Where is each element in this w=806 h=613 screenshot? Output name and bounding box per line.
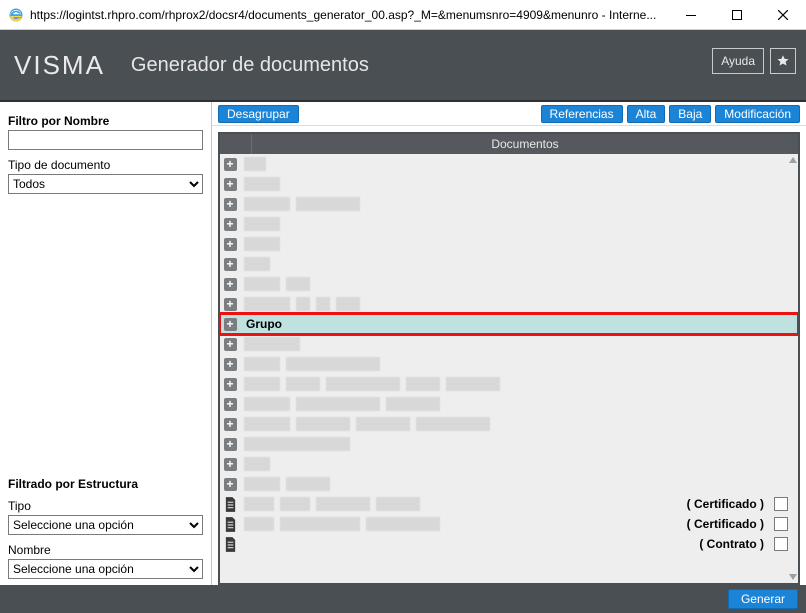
window-minimize-button[interactable]: [668, 0, 714, 30]
doc-type-label: Tipo de documento: [8, 158, 203, 172]
ie-favicon: [8, 7, 24, 23]
structure-type-select[interactable]: Seleccione una opción: [8, 515, 203, 535]
expand-icon[interactable]: +: [224, 438, 237, 451]
document-icon: [220, 497, 240, 512]
expand-icon[interactable]: +: [224, 378, 237, 391]
expand-icon[interactable]: +: [224, 278, 237, 291]
expand-icon[interactable]: +: [224, 298, 237, 311]
expand-icon[interactable]: +: [224, 158, 237, 171]
structure-type-label: Tipo: [8, 499, 203, 513]
structure-name-select[interactable]: Seleccione una opción: [8, 559, 203, 579]
add-button[interactable]: Alta: [627, 105, 666, 123]
main-panel: Desagrupar Referencias Alta Baja Modific…: [212, 102, 806, 585]
app-footer: Generar: [0, 585, 806, 613]
references-button[interactable]: Referencias: [541, 105, 623, 123]
expand-icon[interactable]: +: [224, 218, 237, 231]
grid-group-row[interactable]: +: [220, 354, 798, 374]
grid-group-row[interactable]: +: [220, 414, 798, 434]
grid-group-row[interactable]: +: [220, 434, 798, 454]
help-button[interactable]: Ayuda: [712, 48, 764, 74]
grid-document-row[interactable]: ( Certificado ): [220, 514, 798, 534]
structure-filter-label: Filtrado por Estructura: [8, 477, 203, 491]
expand-icon[interactable]: +: [224, 398, 237, 411]
browser-url: https://logintst.rhpro.com/rhprox2/docsr…: [30, 8, 668, 22]
grid-group-row[interactable]: +: [220, 394, 798, 414]
grid-group-row[interactable]: +: [220, 294, 798, 314]
grid-scrollbar[interactable]: [784, 154, 798, 583]
page-title: Generador de documentos: [131, 54, 369, 77]
grid-group-row[interactable]: +: [220, 254, 798, 274]
grid-group-label: Grupo: [246, 317, 282, 331]
document-icon: [220, 517, 240, 532]
expand-icon[interactable]: +: [224, 178, 237, 191]
document-type-label: ( Certificado ): [681, 497, 770, 511]
window-maximize-button[interactable]: [714, 0, 760, 30]
filter-name-input[interactable]: [8, 130, 203, 150]
grid-group-row[interactable]: +: [220, 194, 798, 214]
delete-button[interactable]: Baja: [669, 105, 711, 123]
generate-button[interactable]: Generar: [728, 589, 798, 609]
structure-name-label: Nombre: [8, 543, 203, 557]
expand-icon[interactable]: +: [224, 258, 237, 271]
grid-group-row[interactable]: +: [220, 454, 798, 474]
grid-group-row[interactable]: +: [220, 334, 798, 354]
grid-group-row[interactable]: +: [220, 174, 798, 194]
expand-icon[interactable]: +: [224, 238, 237, 251]
expand-icon[interactable]: +: [224, 458, 237, 471]
app-header: VISMA Generador de documentos Ayuda: [0, 30, 806, 102]
grid-header: Documentos: [220, 134, 798, 154]
documents-grid: Documentos + + + + + + + + + Grupo + + + + + + + + ( Certi…: [218, 132, 800, 585]
sidebar: Filtro por Nombre Tipo de documento Todo…: [0, 102, 212, 585]
grid-group-row[interactable]: +: [220, 234, 798, 254]
expand-icon[interactable]: +: [224, 478, 237, 491]
grid-group-row[interactable]: + Grupo: [220, 314, 798, 334]
grid-column-documents: Documentos: [252, 134, 798, 154]
grid-group-row[interactable]: +: [220, 154, 798, 174]
grid-group-row[interactable]: +: [220, 474, 798, 494]
grid-group-row[interactable]: +: [220, 214, 798, 234]
grid-group-row[interactable]: +: [220, 274, 798, 294]
grid-document-row[interactable]: ( Certificado ): [220, 494, 798, 514]
main-toolbar: Desagrupar Referencias Alta Baja Modific…: [212, 102, 806, 126]
grid-group-row[interactable]: +: [220, 374, 798, 394]
browser-title-bar: https://logintst.rhpro.com/rhprox2/docsr…: [0, 0, 806, 30]
filter-name-label: Filtro por Nombre: [8, 114, 203, 128]
modify-button[interactable]: Modificación: [715, 105, 800, 123]
grid-document-row[interactable]: ( Contrato ): [220, 534, 798, 554]
window-close-button[interactable]: [760, 0, 806, 30]
expand-icon[interactable]: +: [224, 338, 237, 351]
grid-rows: + + + + + + + + + Grupo + + + + + + + + ( Certificado ) ( C…: [220, 154, 798, 583]
expand-icon[interactable]: +: [224, 318, 237, 331]
expand-icon[interactable]: +: [224, 358, 237, 371]
work-area: Filtro por Nombre Tipo de documento Todo…: [0, 102, 806, 585]
document-icon: [220, 537, 240, 552]
doc-type-select[interactable]: Todos: [8, 174, 203, 194]
ungroup-button[interactable]: Desagrupar: [218, 105, 299, 123]
expand-icon[interactable]: +: [224, 198, 237, 211]
document-type-label: ( Contrato ): [693, 537, 770, 551]
favorite-star-button[interactable]: [770, 48, 796, 74]
visma-logo: VISMA: [14, 50, 105, 81]
expand-icon[interactable]: +: [224, 418, 237, 431]
document-type-label: ( Certificado ): [681, 517, 770, 531]
